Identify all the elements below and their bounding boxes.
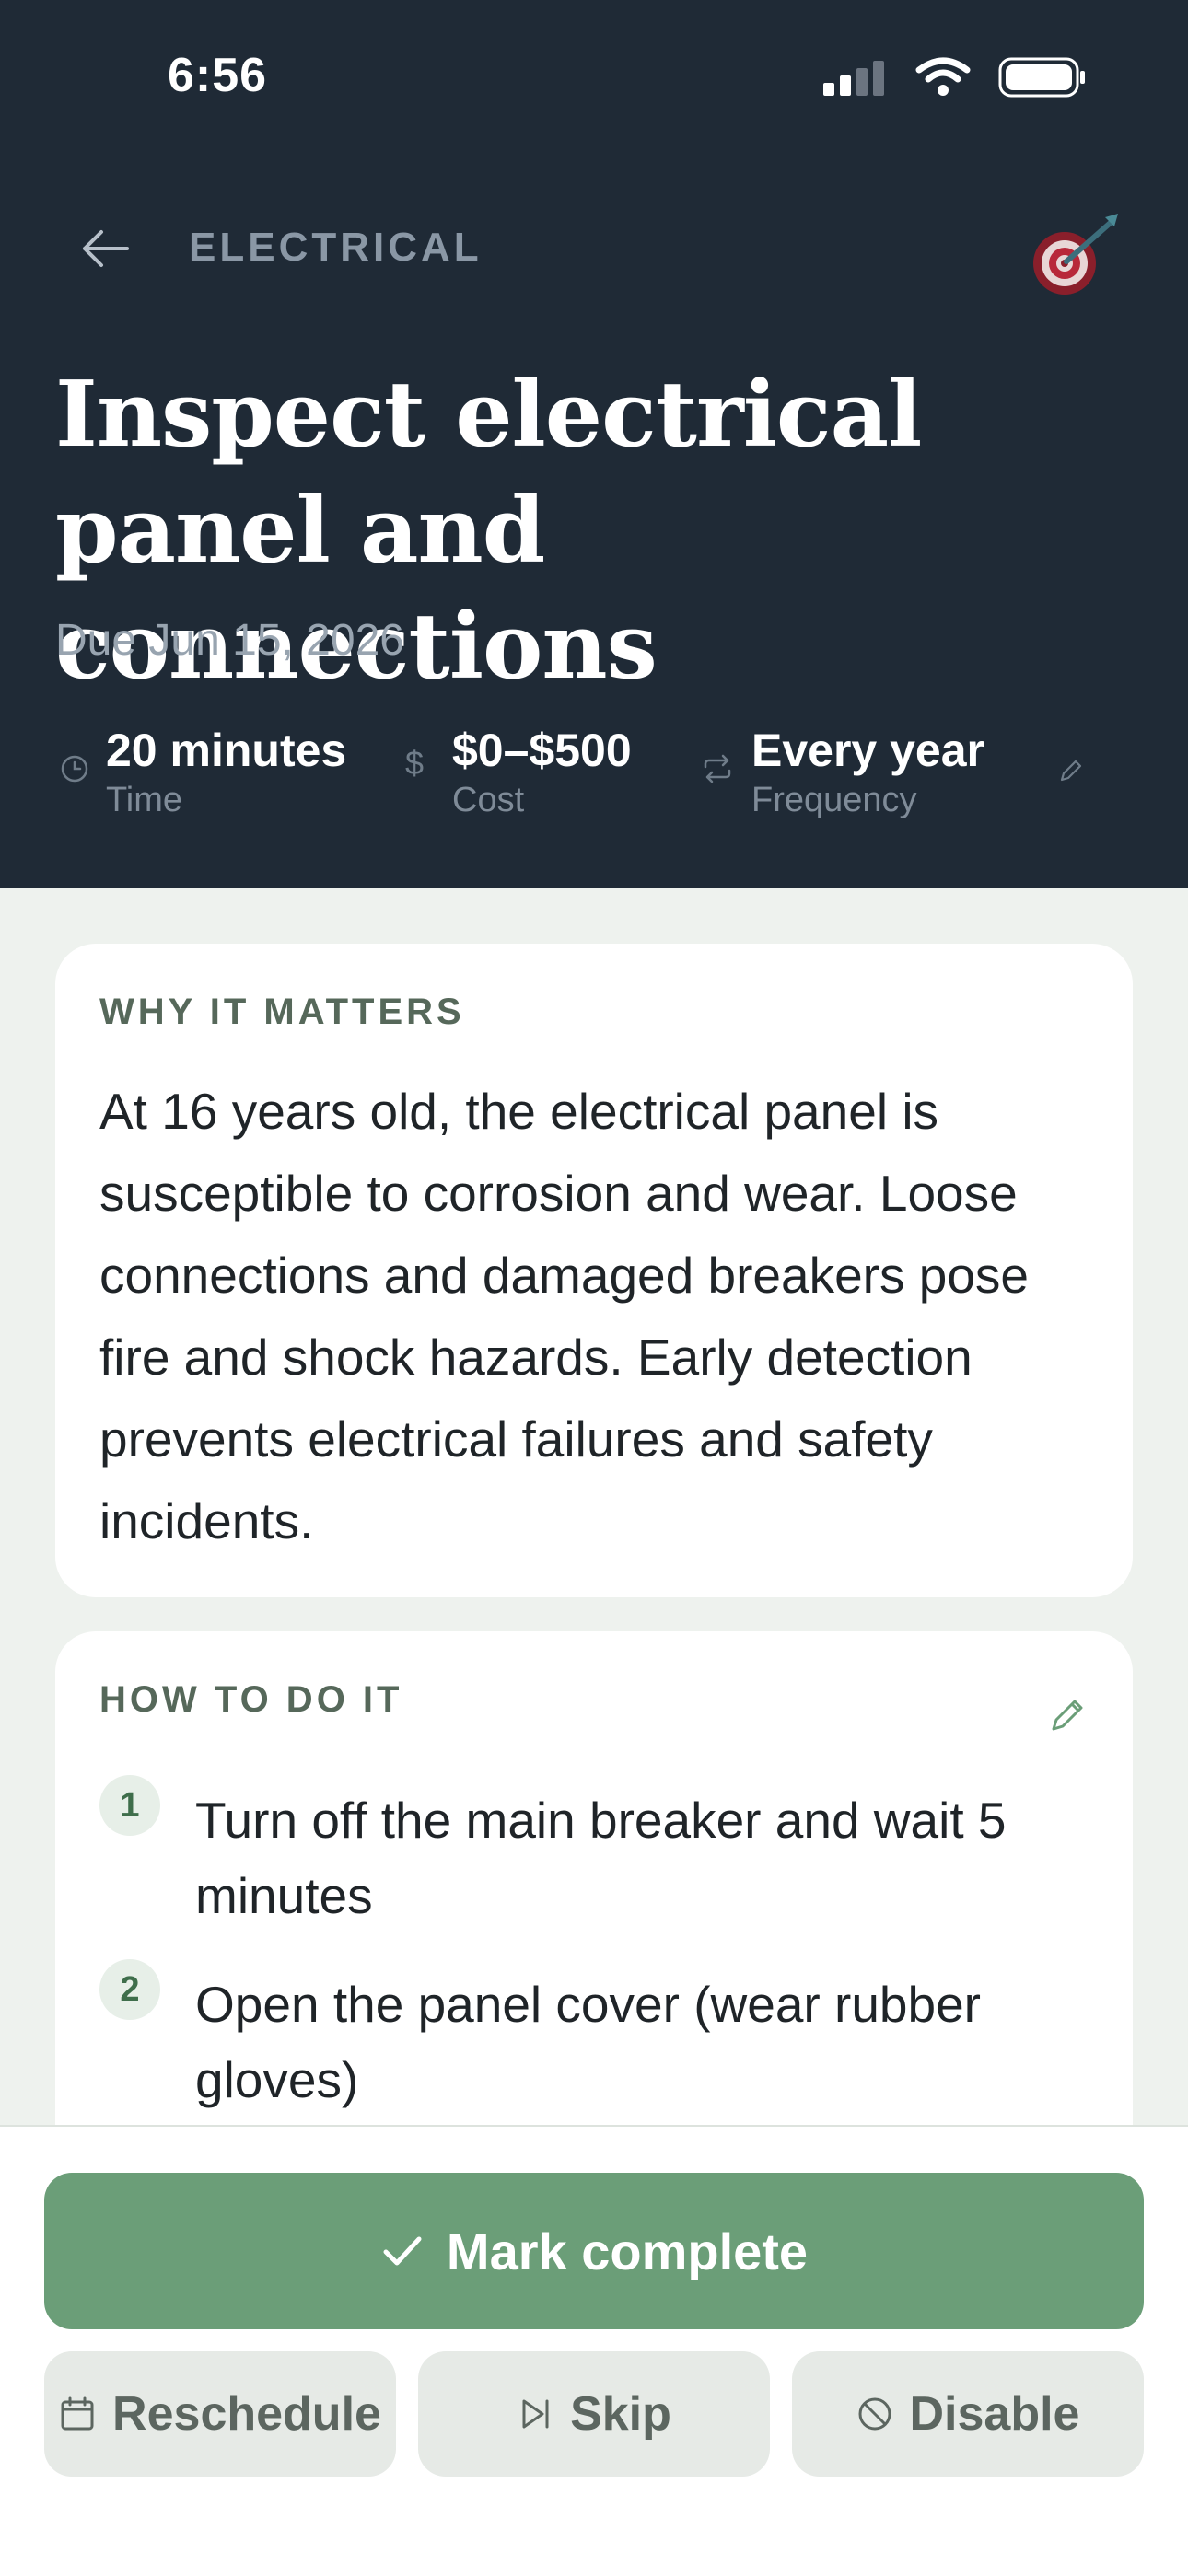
skip-icon	[522, 2399, 549, 2429]
step-text: Open the panel cover (wear rubber gloves…	[195, 1976, 981, 2108]
edit-steps-pencil-icon[interactable]	[1048, 1694, 1089, 1735]
check-icon	[383, 2236, 422, 2266]
meta-frequency-value: Every year	[751, 725, 985, 776]
status-time: 6:56	[168, 49, 268, 102]
step-item: 2 Open the panel cover (wear rubber glov…	[99, 1959, 1103, 2125]
skip-button[interactable]: Skip	[418, 2351, 770, 2477]
clock-icon	[61, 755, 88, 783]
back-arrow-icon[interactable]	[76, 219, 134, 278]
step-number: 1	[99, 1775, 160, 1836]
skip-label: Skip	[570, 2387, 671, 2441]
why-text: At 16 years old, the electrical panel is…	[99, 1083, 1030, 1549]
status-bar: 6:56	[0, 0, 1188, 166]
task-header: 6:56 ELECTRICAL Inspect electrical panel…	[0, 0, 1188, 888]
why-heading: WHY IT MATTERS	[99, 992, 465, 1032]
due-date: Due Jun 15, 2026	[55, 616, 404, 665]
meta-cost-value: $0–$500	[452, 725, 632, 776]
how-heading: HOW TO DO IT	[99, 1679, 403, 1720]
meta-time-value: 20 minutes	[106, 725, 347, 776]
mark-complete-button[interactable]: Mark complete	[44, 2173, 1144, 2329]
task-meta: 20 minutes Time $ $0–$500 Cost Every yea…	[55, 724, 1142, 825]
action-bar: Mark complete Reschedule Skip Disable	[0, 2125, 1188, 2576]
dollar-icon: $	[405, 744, 425, 782]
reschedule-label: Reschedule	[112, 2387, 381, 2441]
meta-time-label: Time	[106, 781, 183, 819]
nav-bar: ELECTRICAL	[0, 203, 1188, 295]
wifi-icon	[915, 57, 971, 96]
target-icon	[1033, 214, 1118, 295]
disable-label: Disable	[909, 2387, 1080, 2441]
step-number: 2	[99, 1959, 160, 2020]
mark-complete-label: Mark complete	[446, 2222, 809, 2280]
why-it-matters-card: WHY IT MATTERS At 16 years old, the elec…	[55, 944, 1133, 1597]
step-item: 1 Turn off the main breaker and wait 5 m…	[99, 1775, 1103, 1941]
meta-cost-label: Cost	[452, 781, 525, 819]
battery-icon	[998, 57, 1085, 98]
pencil-icon[interactable]	[1057, 757, 1085, 784]
category-label: ELECTRICAL	[189, 225, 483, 270]
repeat-icon	[704, 754, 731, 783]
reschedule-button[interactable]: Reschedule	[44, 2351, 396, 2477]
step-text: Turn off the main breaker and wait 5 min…	[195, 1792, 1007, 1924]
disable-button[interactable]: Disable	[792, 2351, 1144, 2477]
signal-icon	[823, 61, 884, 96]
disable-icon	[858, 2397, 891, 2431]
calendar-icon	[61, 2396, 94, 2431]
meta-frequency-label: Frequency	[751, 781, 917, 819]
